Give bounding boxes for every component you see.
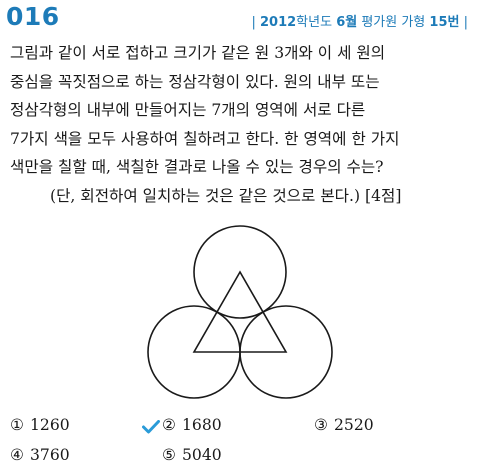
choice-1[interactable]: ① 1260 — [10, 410, 70, 440]
choice-value: 5040 — [181, 446, 222, 464]
choice-marker: ③ — [314, 416, 328, 434]
choice-marker: ② — [162, 416, 176, 434]
choice-5[interactable]: ⑤ 5040 — [162, 440, 222, 470]
source-qnum: 15번 — [429, 15, 460, 30]
source-year: 2012 — [259, 15, 297, 30]
problem-line: 7가지 색을 모두 사용하여 칠하려고 한다. 한 영역에 한 가지 — [10, 129, 400, 148]
source-bar-left: | — [251, 15, 256, 30]
problem-line: 중심을 꼭짓점으로 하는 정삼각형이 있다. 원의 내부 또는 — [10, 72, 380, 91]
question-source: | 2012학년도 6월 평가원 가형 15번 | — [251, 11, 468, 30]
source-bar-right: | — [463, 15, 468, 30]
question-number: 016 — [6, 2, 60, 31]
checkmark-icon — [142, 414, 160, 444]
choice-marker: ④ — [10, 446, 24, 464]
choice-2[interactable]: ② 1680 — [142, 410, 222, 440]
choice-value: 1680 — [181, 416, 222, 434]
problem-line: 정삼각형의 내부에 만들어지는 7개의 영역에 서로 다른 — [10, 101, 366, 119]
choice-marker: ① — [10, 416, 24, 434]
choice-value: 1260 — [29, 416, 70, 434]
equilateral-triangle — [192, 270, 288, 353]
choice-3[interactable]: ③ 2520 — [314, 410, 374, 440]
choice-value: 3760 — [29, 446, 70, 464]
circles-triangle-figure — [147, 222, 333, 408]
choice-value: 2520 — [333, 416, 374, 434]
choice-4[interactable]: ④ 3760 — [10, 440, 70, 470]
source-month: 6월 — [336, 15, 358, 30]
source-exam: 평가원 가형 — [357, 15, 430, 30]
source-year-suffix: 학년도 — [296, 15, 337, 30]
choice-marker: ⑤ — [162, 446, 176, 464]
problem-note: (단, 회전하여 일치하는 것은 같은 것으로 본다.) [4점] — [50, 186, 402, 205]
problem-line: 그림과 같이 서로 접하고 크기가 같은 원 3개와 이 세 원의 — [10, 44, 386, 62]
problem-line: 색만을 칠할 때, 색칠한 결과로 나올 수 있는 경우의 수는? — [10, 158, 384, 176]
problem-statement: 그림과 같이 서로 접하고 크기가 같은 원 3개와 이 세 원의 중심을 꼭짓… — [10, 39, 470, 210]
